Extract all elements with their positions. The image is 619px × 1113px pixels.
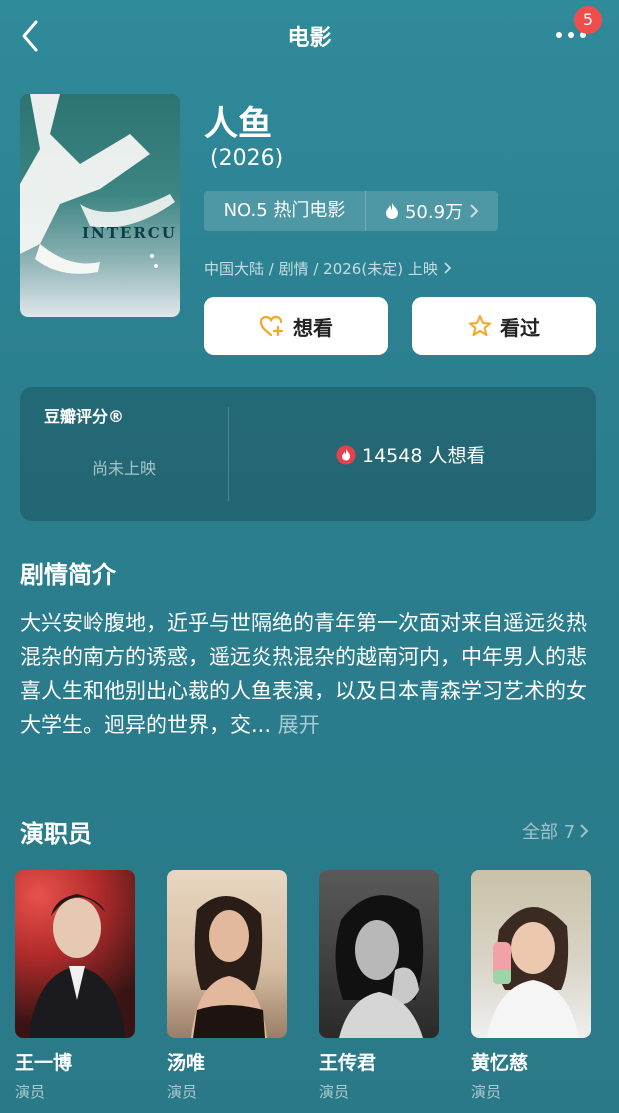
want-label: 想看	[293, 315, 333, 340]
star-icon	[469, 315, 491, 336]
person-silhouette	[335, 895, 424, 1038]
cast-photo	[15, 870, 135, 1038]
want-to-watch-button[interactable]: 想看	[204, 297, 388, 355]
cast-title: 演职员	[20, 820, 92, 848]
synopsis-text: 大兴安岭腹地，近乎与世隔绝的青年第一次面对来自遥远炎热混杂的南方的诱惑，遥远炎热…	[20, 606, 600, 742]
cast-all-label: 全部 7	[522, 822, 576, 843]
poster-title-text: INTERCU	[82, 224, 177, 242]
flame-badge-icon	[336, 445, 356, 464]
cast-photo	[319, 870, 439, 1038]
cast-card[interactable]: 王传君 演员	[319, 870, 439, 1102]
seen-label: 看过	[500, 315, 540, 340]
movie-year: (2026)	[210, 146, 284, 171]
more-dots-icon	[556, 32, 562, 38]
cast-all-link[interactable]: 全部 7	[522, 818, 589, 844]
rating-label: 豆瓣评分®	[44, 407, 125, 426]
person-silhouette	[191, 895, 267, 1038]
cast-role: 演员	[15, 1083, 46, 1101]
cast-photo	[167, 870, 287, 1038]
divider	[228, 407, 229, 501]
expand-link[interactable]: 展开	[278, 713, 320, 737]
poster-brush-art	[20, 94, 175, 274]
cast-name: 王传君	[319, 1052, 377, 1074]
cast-role: 演员	[167, 1083, 198, 1101]
rating-status: 尚未上映	[91, 459, 156, 478]
movie-title: 人鱼	[204, 104, 272, 144]
cast-card[interactable]: 黄忆慈 演员	[471, 870, 591, 1102]
movie-meta[interactable]: 中国大陆 / 剧情 / 2026(未定) 上映	[204, 258, 453, 279]
cast-name: 王一博	[15, 1052, 73, 1074]
cast-name: 黄忆慈	[471, 1052, 529, 1074]
watched-button[interactable]: 看过	[412, 297, 596, 355]
top-bar: 电影 5	[0, 0, 619, 72]
cast-role: 演员	[319, 1083, 350, 1101]
cast-name: 汤唯	[167, 1052, 206, 1074]
cast-role: 演员	[471, 1083, 502, 1101]
synopsis-title: 剧情简介	[20, 561, 116, 589]
notification-badge: 5	[574, 6, 602, 34]
want-count: 14548 人想看	[336, 441, 485, 468]
chevron-right-icon	[580, 824, 589, 838]
person-silhouette	[29, 894, 125, 1038]
heat-indicator: 50.9万	[366, 191, 498, 231]
flame-icon	[385, 203, 398, 219]
cast-photo	[471, 870, 591, 1038]
chevron-right-icon	[470, 204, 479, 218]
chevron-right-icon	[443, 262, 451, 274]
rating-card[interactable]: 豆瓣评分® 尚未上映 14548 人想看	[20, 387, 596, 521]
rank-label: NO.5 热门电影	[204, 191, 366, 231]
person-silhouette	[487, 906, 579, 1038]
cast-card[interactable]: 汤唯 演员	[167, 870, 287, 1102]
page-title: 电影	[287, 26, 332, 51]
cast-card[interactable]: 王一博 演员	[15, 870, 135, 1102]
want-count-text: 14548 人想看	[362, 445, 486, 467]
heart-plus-icon	[259, 315, 284, 337]
movie-meta-text: 中国大陆 / 剧情 / 2026(未定) 上映	[204, 260, 438, 278]
heat-value: 50.9万	[404, 202, 464, 223]
movie-poster[interactable]: INTERCU	[20, 94, 180, 317]
rank-chip[interactable]: NO.5 热门电影 50.9万	[204, 191, 498, 231]
